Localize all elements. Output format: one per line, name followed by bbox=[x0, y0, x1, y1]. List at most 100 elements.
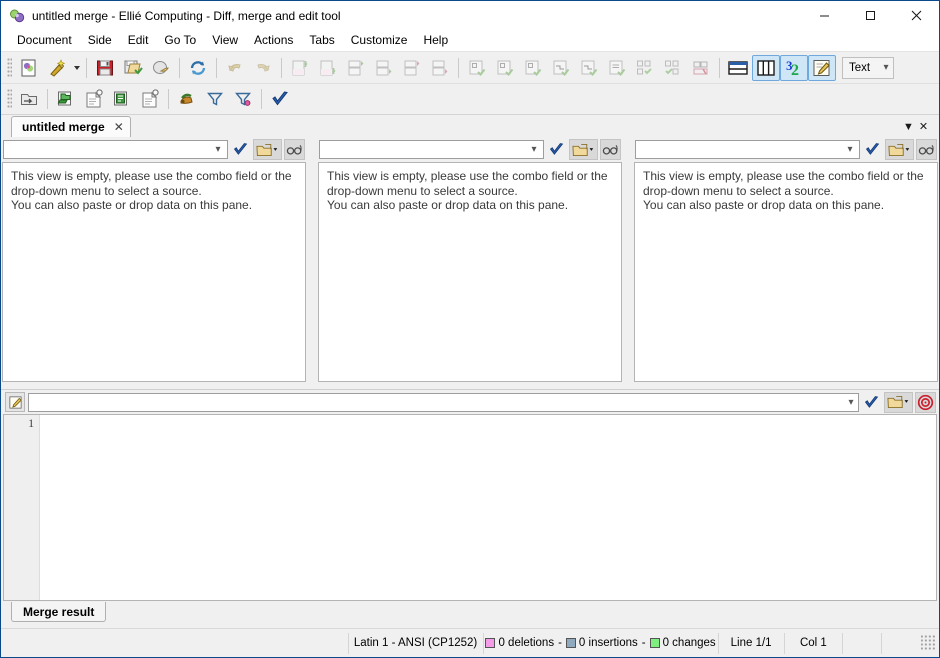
document-type-combo[interactable]: Text ▾ bbox=[842, 56, 894, 79]
compare-folders-icon[interactable] bbox=[52, 86, 80, 112]
menu-bar: Document Side Edit Go To View Actions Ta… bbox=[1, 30, 939, 51]
tab-untitled-merge[interactable]: untitled merge ✕ bbox=[11, 116, 131, 137]
middle-pane-source-combo[interactable]: ▾ bbox=[319, 140, 544, 159]
menu-item-view[interactable]: View bbox=[204, 31, 246, 50]
result-tab-strip: Merge result bbox=[1, 602, 939, 628]
pane-splitter-left[interactable] bbox=[307, 137, 317, 384]
merge-result-target-combo[interactable]: ▾ bbox=[28, 392, 859, 412]
right-pane-open-source-dropdown-icon[interactable] bbox=[885, 139, 914, 160]
merge-result-icon[interactable] bbox=[603, 55, 631, 81]
clear-filter-icon[interactable] bbox=[229, 86, 257, 112]
compare-files-icon[interactable] bbox=[108, 86, 136, 112]
middle-pane-content[interactable]: This view is empty, please use the combo… bbox=[318, 162, 622, 382]
toolbar-separator bbox=[719, 57, 720, 78]
close-all-tabs-icon[interactable]: ✕ bbox=[916, 120, 931, 133]
ignore-rules-icon[interactable] bbox=[173, 86, 201, 112]
left-pane-validate-check-icon[interactable] bbox=[230, 139, 251, 160]
vertical-layout-icon[interactable] bbox=[752, 54, 780, 81]
last-difference-icon[interactable] bbox=[398, 55, 426, 81]
right-pane-validate-check-icon[interactable] bbox=[862, 139, 883, 160]
status-separator-2: - bbox=[641, 637, 646, 649]
redo-icon[interactable] bbox=[249, 55, 277, 81]
apply-check-icon[interactable] bbox=[266, 86, 294, 112]
chevron-down-icon[interactable]: ▾ bbox=[843, 144, 857, 155]
magic-wand-icon[interactable] bbox=[43, 55, 71, 81]
main-toolbar: 3 2 Text ▾ bbox=[1, 51, 939, 83]
chevron-down-icon[interactable]: ▾ bbox=[527, 144, 541, 155]
magic-wand-dropdown-arrow-icon[interactable] bbox=[71, 55, 82, 81]
refresh-compare-icon[interactable] bbox=[184, 55, 212, 81]
next-difference-icon[interactable] bbox=[370, 55, 398, 81]
menu-item-customize[interactable]: Customize bbox=[343, 31, 416, 50]
right-pane-source-combo[interactable]: ▾ bbox=[635, 140, 860, 159]
compare-panes-container: ▾ This view is empty, please use the com… bbox=[1, 137, 939, 384]
save-all-icon[interactable] bbox=[147, 55, 175, 81]
left-pane-source-combo[interactable]: ▾ bbox=[3, 140, 228, 159]
menu-item-goto[interactable]: Go To bbox=[156, 31, 204, 50]
menu-item-actions[interactable]: Actions bbox=[246, 31, 301, 50]
pane-splitter-right[interactable] bbox=[623, 137, 633, 384]
goto-difference-icon[interactable] bbox=[426, 55, 454, 81]
window-controls bbox=[801, 1, 939, 30]
new-file-session-icon[interactable] bbox=[136, 86, 164, 112]
chevron-down-icon[interactable]: ▾ bbox=[211, 144, 225, 155]
minimize-button[interactable] bbox=[801, 1, 847, 30]
menu-item-tabs[interactable]: Tabs bbox=[301, 31, 342, 50]
new-document-icon[interactable] bbox=[15, 55, 43, 81]
maximize-button[interactable] bbox=[847, 1, 893, 30]
three-way-merge-icon[interactable]: 3 2 bbox=[780, 54, 808, 81]
status-encoding[interactable]: Latin 1 - ANSI (CP1252) bbox=[347, 632, 483, 654]
horizontal-layout-icon[interactable] bbox=[724, 55, 752, 81]
resolve-conflict-left-icon[interactable] bbox=[631, 55, 659, 81]
save-icon[interactable] bbox=[91, 55, 119, 81]
changes-color-swatch bbox=[649, 638, 660, 648]
new-compare-session-icon[interactable] bbox=[80, 86, 108, 112]
resolve-conflict-right-icon[interactable] bbox=[659, 55, 687, 81]
right-pane-content[interactable]: This view is empty, please use the combo… bbox=[634, 162, 938, 382]
conflict-marker-icon[interactable] bbox=[687, 55, 715, 81]
insertions-label: 0 insertions bbox=[578, 637, 638, 649]
edit-pencil-icon[interactable] bbox=[5, 392, 25, 412]
middle-pane-open-source-dropdown-icon[interactable] bbox=[569, 139, 598, 160]
merge-result-record-target-icon[interactable] bbox=[915, 391, 936, 413]
menu-item-side[interactable]: Side bbox=[80, 31, 120, 50]
first-difference-icon[interactable] bbox=[286, 55, 314, 81]
close-tab-icon[interactable]: ✕ bbox=[114, 120, 124, 134]
chevron-down-icon[interactable]: ▾ bbox=[844, 397, 858, 408]
window-resize-grip[interactable] bbox=[920, 635, 936, 651]
merge-result-editor-text[interactable] bbox=[40, 415, 936, 600]
left-pane-preview-glasses-icon[interactable] bbox=[284, 139, 305, 160]
next-difference-block-icon[interactable] bbox=[342, 55, 370, 81]
merge-result-open-target-dropdown-icon[interactable] bbox=[884, 391, 913, 413]
menu-item-document[interactable]: Document bbox=[9, 31, 80, 50]
middle-pane-empty-line-2: drop-down menu to select a source. bbox=[327, 183, 518, 198]
merge-result-editor[interactable]: 1 bbox=[3, 414, 937, 601]
right-pane-empty-line-2: drop-down menu to select a source. bbox=[643, 183, 834, 198]
menu-item-help[interactable]: Help bbox=[415, 31, 456, 50]
left-pane-open-source-dropdown-icon[interactable] bbox=[253, 139, 282, 160]
left-pane-content[interactable]: This view is empty, please use the combo… bbox=[2, 162, 306, 382]
menu-item-edit[interactable]: Edit bbox=[120, 31, 157, 50]
toolbar-grip[interactable] bbox=[7, 89, 12, 109]
toolbar-grip[interactable] bbox=[7, 57, 12, 78]
save-as-icon[interactable] bbox=[119, 55, 147, 81]
middle-pane-preview-glasses-icon[interactable] bbox=[600, 139, 621, 160]
tab-merge-result[interactable]: Merge result bbox=[11, 602, 107, 622]
middle-pane-validate-check-icon[interactable] bbox=[546, 139, 567, 160]
open-folder-icon[interactable] bbox=[15, 86, 43, 112]
copy-right-icon[interactable] bbox=[519, 55, 547, 81]
copy-left-block-icon[interactable] bbox=[491, 55, 519, 81]
previous-difference-icon[interactable] bbox=[314, 55, 342, 81]
undo-icon[interactable] bbox=[221, 55, 249, 81]
right-pane-preview-glasses-icon[interactable] bbox=[916, 139, 937, 160]
merge-result-validate-check-icon[interactable] bbox=[861, 392, 882, 413]
merge-left-icon[interactable] bbox=[547, 55, 575, 81]
status-deletions: 0 deletions bbox=[485, 637, 554, 649]
tab-list-dropdown-icon[interactable]: ▼ bbox=[901, 121, 916, 133]
toolbar-separator bbox=[458, 57, 459, 78]
filter-icon[interactable] bbox=[201, 86, 229, 112]
edit-mode-icon[interactable] bbox=[808, 54, 836, 81]
copy-left-icon[interactable] bbox=[463, 55, 491, 81]
close-button[interactable] bbox=[893, 1, 939, 30]
merge-right-icon[interactable] bbox=[575, 55, 603, 81]
